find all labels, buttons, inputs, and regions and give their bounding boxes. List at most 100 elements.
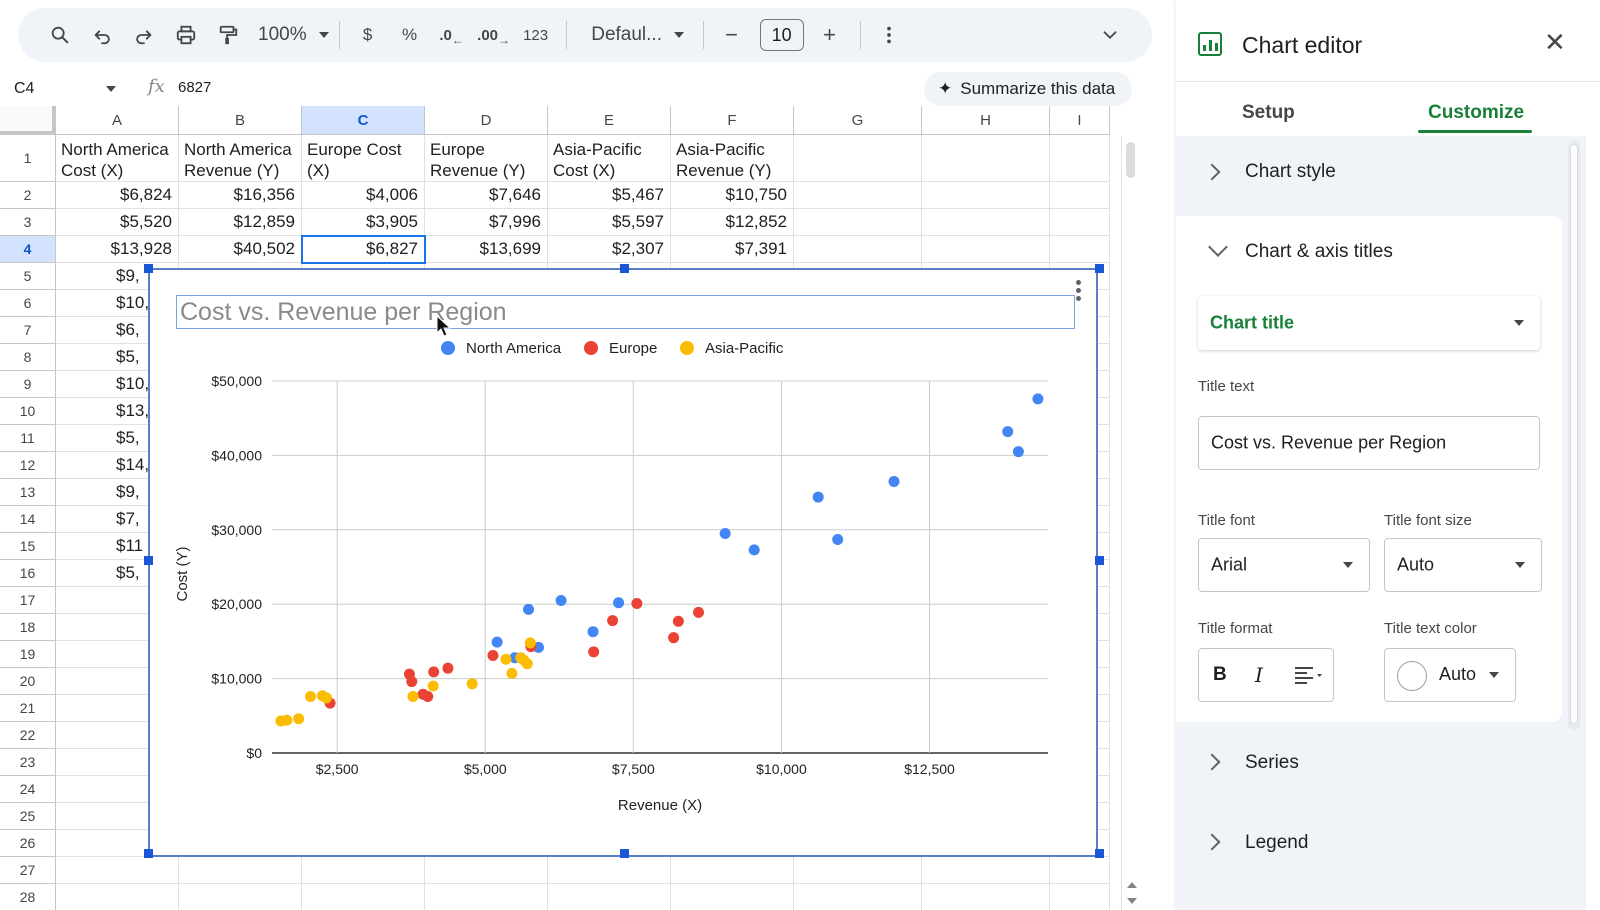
resize-handle-top-left[interactable]	[144, 264, 153, 273]
header-cell[interactable]: Europe Cost (X)	[302, 135, 425, 182]
column-header[interactable]: G	[794, 106, 922, 135]
table-cell[interactable]: $5,520	[56, 209, 179, 236]
table-cell[interactable]: $13,699	[425, 236, 548, 263]
section-chart-axis-titles-label[interactable]: Chart & axis titles	[1245, 241, 1393, 263]
table-cell[interactable]	[794, 884, 922, 910]
align-button[interactable]	[1295, 666, 1327, 691]
header-cell[interactable]: Asia-Pacific Cost (X)	[548, 135, 671, 182]
zoom-select[interactable]: 100%	[258, 17, 329, 53]
table-cell[interactable]: $7,646	[425, 182, 548, 209]
table-cell[interactable]: $10,750	[671, 182, 794, 209]
paint-format-button[interactable]	[208, 17, 248, 53]
row-header[interactable]: 18	[0, 614, 56, 641]
scrollbar-thumb[interactable]	[1126, 142, 1135, 178]
row-header[interactable]: 5	[0, 263, 56, 290]
undo-button[interactable]	[82, 17, 122, 53]
row-header[interactable]: 11	[0, 425, 56, 452]
table-cell[interactable]	[548, 884, 671, 910]
chevron-down-icon[interactable]	[1208, 237, 1228, 257]
row-header[interactable]: 4	[0, 236, 56, 263]
table-cell[interactable]	[794, 236, 922, 263]
formula-input[interactable]: 6827	[178, 79, 211, 96]
row-header[interactable]: 21	[0, 695, 56, 722]
table-cell[interactable]: $5,467	[548, 182, 671, 209]
row-header[interactable]: 28	[0, 884, 56, 910]
table-cell[interactable]	[794, 182, 922, 209]
tab-setup[interactable]: Setup	[1242, 102, 1295, 124]
chart-title-edit-box[interactable]: Cost vs. Revenue per Region	[176, 295, 1075, 329]
row-header[interactable]: 16	[0, 560, 56, 587]
resize-handle-bottom[interactable]	[620, 849, 629, 858]
row-header[interactable]: 27	[0, 857, 56, 884]
table-cell[interactable]: $3,905	[302, 209, 425, 236]
row-header[interactable]: 6	[0, 290, 56, 317]
row-header[interactable]: 17	[0, 587, 56, 614]
table-cell[interactable]: $12,859	[179, 209, 302, 236]
scroll-up-icon[interactable]	[1127, 882, 1137, 888]
italic-button[interactable]: I	[1255, 663, 1263, 687]
table-cell[interactable]	[794, 135, 922, 182]
table-cell[interactable]	[671, 857, 794, 884]
vertical-scrollbar[interactable]	[1121, 136, 1140, 910]
header-cell[interactable]: North America Revenue (Y)	[179, 135, 302, 182]
table-cell[interactable]	[922, 884, 1050, 910]
collapse-toolbar-button[interactable]	[1090, 17, 1130, 53]
more-formats-button[interactable]: 123	[516, 17, 556, 53]
table-cell[interactable]	[922, 209, 1050, 236]
editor-scrollbar[interactable]	[1568, 140, 1580, 730]
column-header[interactable]: C	[302, 106, 425, 135]
section-legend[interactable]: Legend	[1176, 818, 1586, 888]
table-cell[interactable]	[302, 857, 425, 884]
table-cell[interactable]	[794, 209, 922, 236]
table-cell[interactable]	[302, 884, 425, 910]
column-header[interactable]: D	[425, 106, 548, 135]
row-header[interactable]: 10	[0, 398, 56, 425]
title-font-size-select[interactable]: Auto	[1384, 538, 1542, 592]
row-header[interactable]: 23	[0, 749, 56, 776]
row-header[interactable]: 14	[0, 506, 56, 533]
column-header[interactable]: E	[548, 106, 671, 135]
resize-handle-right[interactable]	[1095, 556, 1104, 565]
table-cell[interactable]: $2,307	[548, 236, 671, 263]
table-cell[interactable]	[425, 884, 548, 910]
row-header[interactable]: 2	[0, 182, 56, 209]
row-header[interactable]: 8	[0, 344, 56, 371]
close-icon[interactable]: ✕	[1544, 30, 1566, 56]
redo-button[interactable]	[124, 17, 164, 53]
tab-customize[interactable]: Customize	[1428, 102, 1524, 124]
table-cell[interactable]: $6,827	[302, 236, 425, 263]
table-cell[interactable]	[1050, 857, 1110, 884]
row-header[interactable]: 13	[0, 479, 56, 506]
currency-format-button[interactable]: $	[348, 17, 388, 53]
table-cell[interactable]	[548, 857, 671, 884]
table-cell[interactable]: $7,391	[671, 236, 794, 263]
chart-menu-button[interactable]	[1076, 280, 1082, 302]
table-cell[interactable]	[56, 857, 179, 884]
more-options-button[interactable]	[869, 17, 909, 53]
table-cell[interactable]	[56, 884, 179, 910]
embedded-chart[interactable]: $0 $10,000 $20,000 $30,000 $40,000 $50,000 $2,…	[144, 264, 1104, 858]
decrease-font-size-button[interactable]: −	[712, 17, 752, 53]
title-font-select[interactable]: Arial	[1198, 538, 1370, 592]
row-header[interactable]: 9	[0, 371, 56, 398]
table-cell[interactable]	[671, 884, 794, 910]
resize-handle-bottom-right[interactable]	[1095, 849, 1104, 858]
row-header[interactable]: 3	[0, 209, 56, 236]
table-cell[interactable]	[922, 236, 1050, 263]
table-cell[interactable]: $5,597	[548, 209, 671, 236]
name-box[interactable]: C4	[14, 77, 124, 101]
resize-handle-top[interactable]	[620, 264, 629, 273]
table-cell[interactable]: $4,006	[302, 182, 425, 209]
column-header[interactable]: B	[179, 106, 302, 135]
table-cell[interactable]: $6,824	[56, 182, 179, 209]
table-cell[interactable]	[794, 857, 922, 884]
table-cell[interactable]	[1050, 182, 1110, 209]
font-size-input[interactable]: 10	[759, 19, 804, 51]
row-header[interactable]: 22	[0, 722, 56, 749]
resize-handle-bottom-left[interactable]	[144, 849, 153, 858]
row-header[interactable]: 15	[0, 533, 56, 560]
row-header[interactable]: 12	[0, 452, 56, 479]
resize-handle-top-right[interactable]	[1095, 264, 1104, 273]
row-header[interactable]: 26	[0, 830, 56, 857]
row-header[interactable]: 20	[0, 668, 56, 695]
